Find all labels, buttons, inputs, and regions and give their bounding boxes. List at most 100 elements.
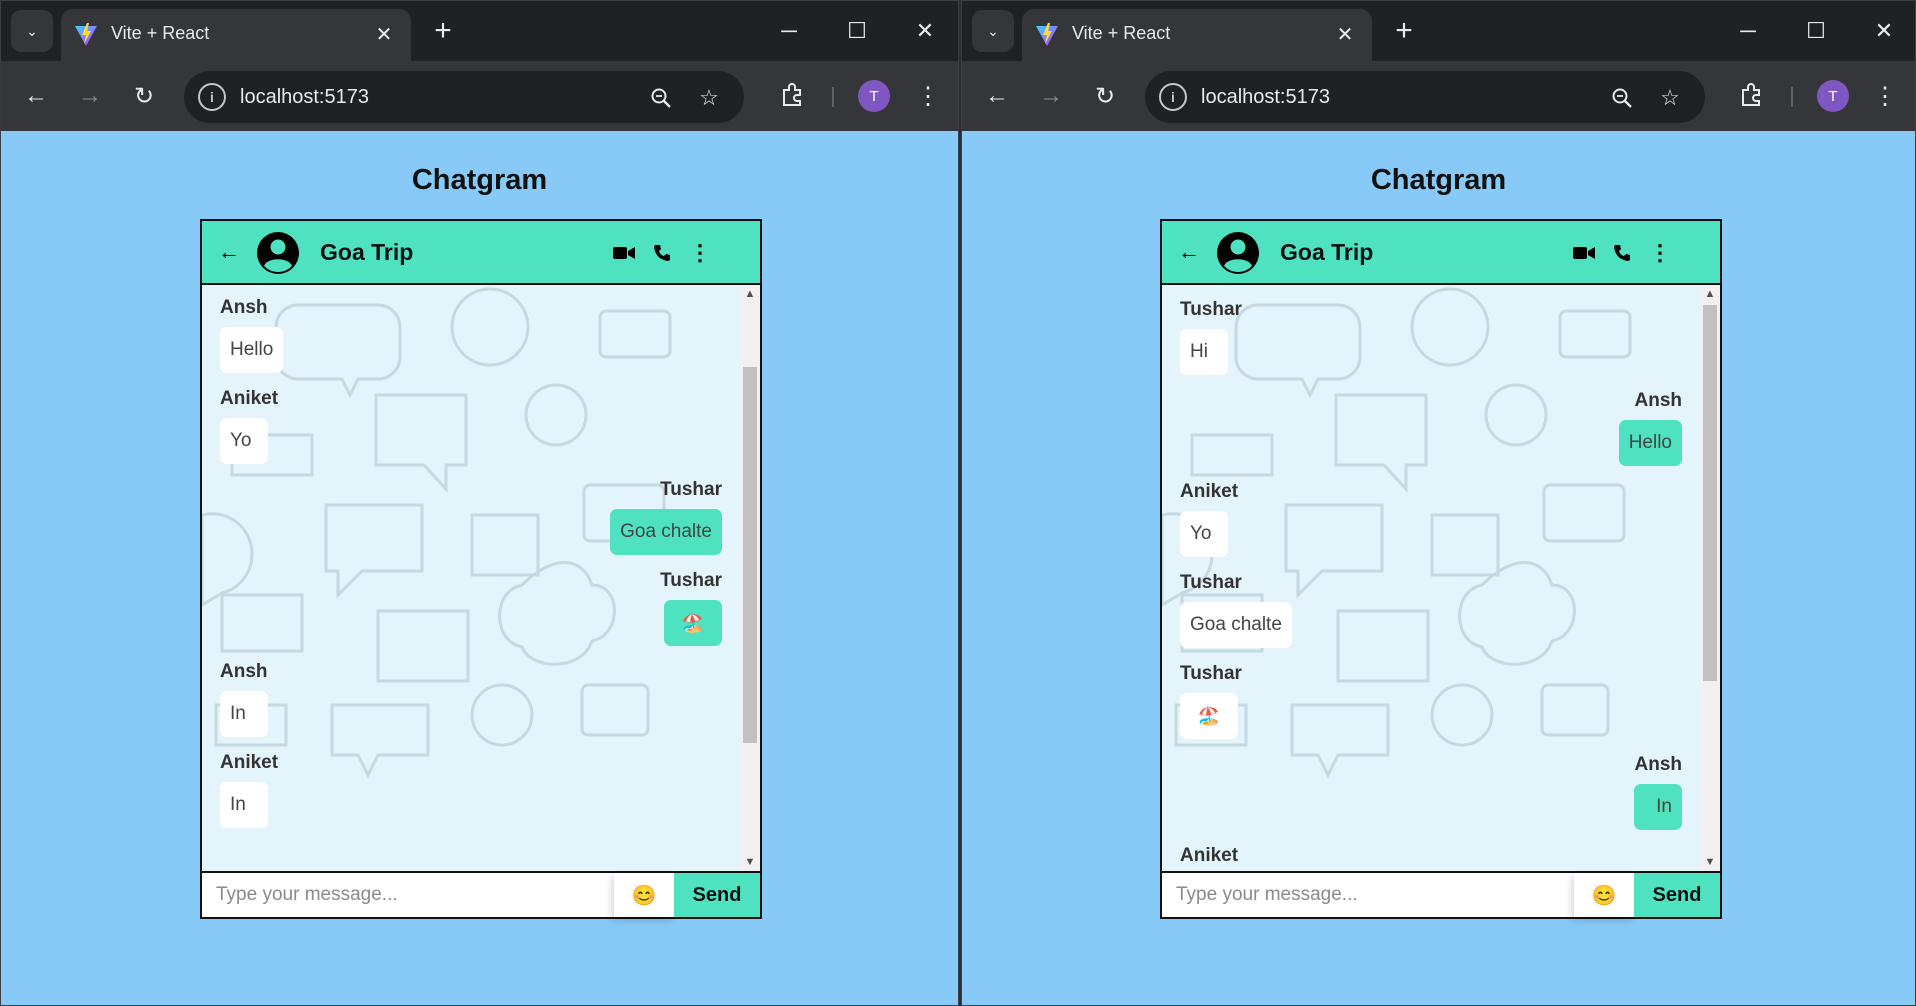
back-button[interactable]: ← bbox=[17, 77, 55, 115]
message-input[interactable] bbox=[202, 873, 614, 917]
star-icon[interactable]: ☆ bbox=[1655, 83, 1685, 113]
scrollbar-thumb[interactable] bbox=[743, 367, 757, 743]
scroll-up-button[interactable]: ▲ bbox=[1700, 285, 1720, 303]
scroll-down-button[interactable]: ▼ bbox=[1700, 853, 1720, 871]
user-avatar-icon[interactable] bbox=[1216, 231, 1260, 275]
message-composer: 😊 Send bbox=[202, 871, 760, 917]
close-icon: ✕ bbox=[1336, 23, 1354, 46]
site-info-icon[interactable]: i bbox=[198, 83, 226, 111]
close-icon: ✕ bbox=[915, 18, 935, 43]
forward-button[interactable]: → bbox=[1032, 77, 1070, 115]
phone-icon[interactable] bbox=[648, 239, 676, 267]
more-vert-icon[interactable]: ⋮ bbox=[686, 239, 714, 267]
scrollbar[interactable]: ▲ ▼ bbox=[1700, 285, 1720, 871]
message-item: Tushar Hi bbox=[1180, 299, 1682, 375]
close-icon: ✕ bbox=[1874, 18, 1894, 43]
plus-icon: + bbox=[1395, 14, 1413, 47]
site-info-icon[interactable]: i bbox=[1159, 83, 1187, 111]
new-tab-button[interactable]: + bbox=[425, 13, 461, 49]
forward-arrow-icon: → bbox=[78, 82, 102, 109]
video-icon[interactable] bbox=[610, 239, 638, 267]
send-button[interactable]: Send bbox=[674, 873, 760, 917]
url-text[interactable]: localhost:5173 bbox=[1201, 86, 1330, 109]
message-bubble: 🏖️ bbox=[1180, 693, 1238, 739]
tab-search-button[interactable]: ⌄ bbox=[11, 10, 53, 52]
star-icon[interactable]: ☆ bbox=[694, 83, 724, 113]
message-item: Ansh Hello bbox=[1180, 390, 1682, 466]
message-input[interactable] bbox=[1162, 873, 1574, 917]
address-bar[interactable]: i localhost:5173 ☆ bbox=[1145, 71, 1705, 123]
send-button[interactable]: Send bbox=[1634, 873, 1720, 917]
toolbar-separator bbox=[1791, 87, 1793, 107]
scrollbar-thumb[interactable] bbox=[1703, 305, 1717, 681]
tab-search-button[interactable]: ⌄ bbox=[972, 10, 1014, 52]
reload-button[interactable]: ↻ bbox=[125, 77, 163, 115]
more-vert-icon[interactable]: ⋮ bbox=[913, 77, 943, 115]
scroll-down-button[interactable]: ▼ bbox=[740, 853, 760, 871]
message-item: AniketIn bbox=[1180, 845, 1682, 871]
emoji-button[interactable]: 😊 bbox=[614, 873, 674, 917]
url-text[interactable]: localhost:5173 bbox=[240, 86, 369, 109]
back-arrow-icon[interactable]: ← bbox=[216, 239, 242, 265]
zoom-icon[interactable] bbox=[1607, 83, 1637, 113]
browser-tab[interactable]: Vite + React ✕ bbox=[61, 9, 411, 61]
tab-title: Vite + React bbox=[1072, 23, 1171, 43]
message-item: Ansh In bbox=[220, 661, 722, 737]
message-bubble: In bbox=[220, 691, 268, 737]
browser-window-right: ⌄ Vite + React ✕ + ─ ☐ ✕ ← → ↻ i localho… bbox=[961, 0, 1916, 1006]
chevron-down-icon: ⌄ bbox=[26, 22, 38, 39]
reload-button[interactable]: ↻ bbox=[1086, 77, 1124, 115]
profile-avatar[interactable]: T bbox=[1817, 80, 1849, 112]
message-item: Aniket Yo bbox=[1180, 481, 1682, 557]
extensions-icon[interactable] bbox=[775, 77, 811, 113]
back-arrow-icon[interactable]: ← bbox=[1176, 239, 1202, 265]
back-button[interactable]: ← bbox=[978, 77, 1016, 115]
minimize-button[interactable]: ─ bbox=[1728, 13, 1768, 49]
vite-favicon bbox=[75, 23, 97, 46]
chat-window: ← Goa Trip ⋮ bbox=[200, 219, 762, 919]
reload-icon: ↻ bbox=[133, 82, 155, 110]
message-list[interactable]: Ansh Hello Aniket Yo Tushar Goa chalte Tushar 🏖… bbox=[202, 285, 760, 871]
scrollbar[interactable]: ▲ ▼ bbox=[740, 285, 760, 871]
message-bubble: Yo bbox=[220, 418, 268, 464]
address-bar[interactable]: i localhost:5173 ☆ bbox=[184, 71, 744, 123]
new-tab-button[interactable]: + bbox=[1386, 13, 1422, 49]
extensions-icon[interactable] bbox=[1734, 77, 1770, 113]
user-avatar-icon[interactable] bbox=[256, 231, 300, 275]
scroll-up-button[interactable]: ▲ bbox=[740, 285, 760, 303]
toolbar-separator bbox=[832, 87, 834, 107]
close-tab-button[interactable]: ✕ bbox=[1330, 19, 1360, 49]
video-icon[interactable] bbox=[1570, 239, 1598, 267]
page-viewport: Chatgram ← Goa Trip ⋮ bbox=[962, 131, 1915, 1005]
forward-button[interactable]: → bbox=[71, 77, 109, 115]
maximize-button[interactable]: ☐ bbox=[1796, 13, 1836, 49]
close-icon: ✕ bbox=[375, 23, 393, 46]
minimize-icon: ─ bbox=[1740, 18, 1756, 43]
message-sender: Ansh bbox=[1634, 390, 1683, 411]
emoji-icon: 😊 bbox=[631, 884, 657, 907]
minimize-button[interactable]: ─ bbox=[769, 13, 809, 49]
maximize-icon: ☐ bbox=[1806, 18, 1826, 43]
message-item: Tushar Goa chalte bbox=[1180, 572, 1682, 648]
phone-icon[interactable] bbox=[1608, 239, 1636, 267]
profile-avatar[interactable]: T bbox=[858, 80, 890, 112]
group-name: Goa Trip bbox=[320, 239, 414, 265]
browser-toolbar: ← → ↻ i localhost:5173 ☆ T ⋮ bbox=[962, 61, 1915, 131]
maximize-icon: ☐ bbox=[847, 18, 867, 43]
close-window-button[interactable]: ✕ bbox=[905, 13, 945, 49]
more-vert-icon[interactable]: ⋮ bbox=[1646, 239, 1674, 267]
emoji-icon: 😊 bbox=[1591, 884, 1617, 907]
browser-tab[interactable]: Vite + React ✕ bbox=[1022, 9, 1372, 61]
group-name: Goa Trip bbox=[1280, 239, 1374, 265]
maximize-button[interactable]: ☐ bbox=[837, 13, 877, 49]
minimize-icon: ─ bbox=[781, 18, 797, 43]
close-window-button[interactable]: ✕ bbox=[1864, 13, 1904, 49]
close-tab-button[interactable]: ✕ bbox=[369, 19, 399, 49]
message-list[interactable]: Tushar Hi Ansh Hello Aniket Yo Tushar Goa chalt… bbox=[1162, 285, 1720, 871]
message-sender: Aniket bbox=[1180, 481, 1239, 502]
more-vert-icon[interactable]: ⋮ bbox=[1870, 77, 1900, 115]
message-bubble: Goa chalte bbox=[610, 509, 722, 555]
zoom-icon[interactable] bbox=[646, 83, 676, 113]
emoji-button[interactable]: 😊 bbox=[1574, 873, 1634, 917]
message-bubble: Hello bbox=[220, 327, 284, 373]
